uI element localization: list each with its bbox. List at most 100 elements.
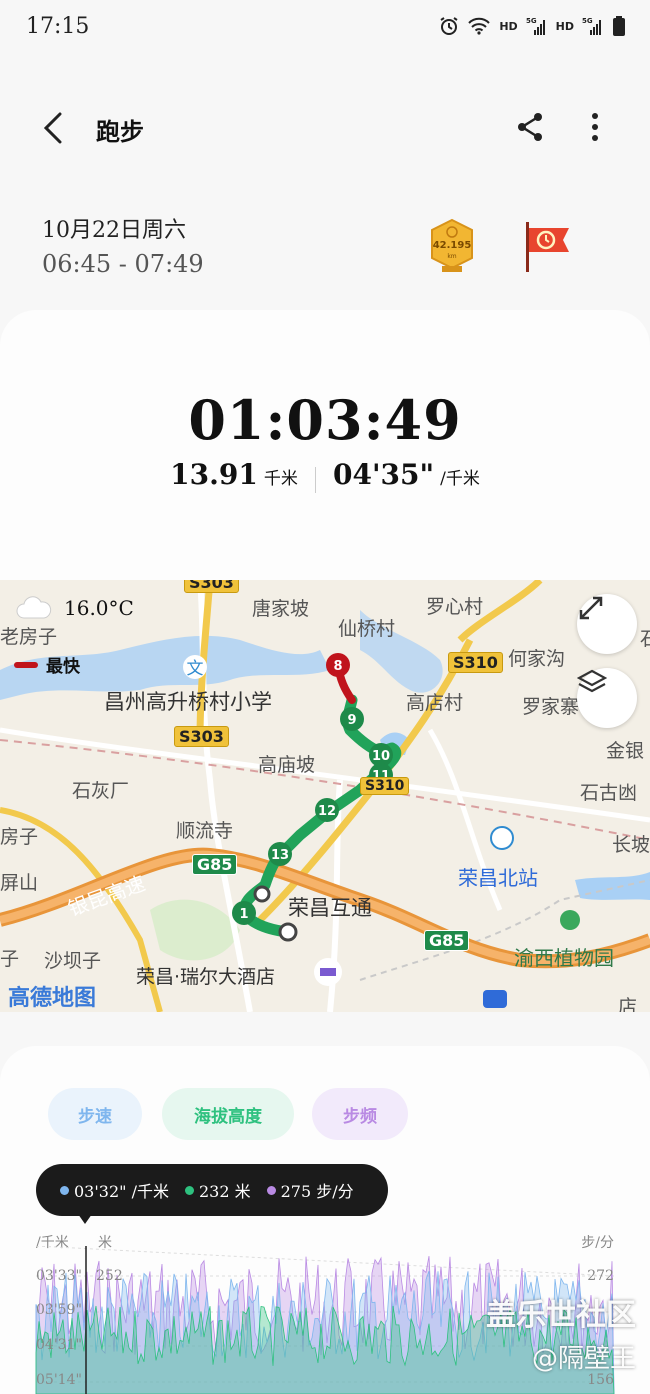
map-label: 石古凼	[580, 782, 638, 804]
chart-tooltip: 03'32" /千米 232 米 275 步/分	[36, 1164, 388, 1216]
watermark-title: 盖乐世社区	[486, 1298, 636, 1333]
signal-5g-icon: 5G	[526, 17, 545, 35]
distance-value: 13.91	[170, 458, 258, 491]
map-label: 荣昌互通	[288, 896, 372, 920]
map-label: 昌州高升桥村小学	[104, 690, 272, 714]
road-badge: S310	[360, 777, 410, 795]
map-label: 长坡	[612, 834, 650, 856]
road-badge: S310	[448, 652, 503, 673]
route-end-marker	[278, 922, 298, 942]
map-label: 荣昌北站	[458, 866, 538, 890]
alarm-icon	[440, 17, 458, 35]
cadence-dot	[266, 1185, 276, 1195]
map-label: 房子	[0, 826, 39, 848]
left-tick-4: 05'14"	[36, 1372, 82, 1388]
average-pace-value: 04'35"	[333, 458, 435, 491]
fastest-legend-label: 最快	[46, 657, 80, 677]
km-marker-1: 1	[239, 907, 248, 922]
route-map[interactable]: 8 9 10 11 12 13 1 文 16.0°C 最快 唐家坡 罗心村 仙桥…	[0, 580, 650, 1012]
wifi-icon	[468, 17, 491, 35]
tooltip-cadence-value: 275 步/分	[280, 1182, 354, 1201]
weather-temperature: 16.0°C	[64, 596, 134, 620]
expand-icon	[579, 596, 603, 620]
tab-cadence[interactable]: 步频	[312, 1088, 408, 1140]
km-marker-10: 10	[372, 749, 390, 764]
route-start-marker	[253, 885, 271, 903]
distance-unit: 千米	[263, 469, 298, 489]
status-time: 17:15	[26, 14, 90, 39]
map-provider-logo: 高德地图	[8, 986, 97, 1011]
fastest-legend: 最快	[14, 652, 80, 677]
svg-text:5G: 5G	[526, 17, 537, 25]
map-label: 沙坝子	[44, 950, 102, 972]
map-label: 店	[618, 996, 638, 1012]
svg-text:文: 文	[187, 659, 204, 679]
badge-distance: 42.195	[433, 240, 472, 251]
map-label: 金银	[606, 740, 645, 762]
left-tick-2: 03'59"	[36, 1302, 82, 1318]
map-label: 高庙坡	[258, 754, 316, 776]
marathon-badge-icon[interactable]: 42.195 km	[426, 218, 478, 274]
tooltip-pace-value: 03'32" /千米	[74, 1182, 169, 1201]
road-badge: G85	[424, 930, 470, 951]
km-marker-13: 13	[271, 848, 289, 863]
flag-timer-badge-icon[interactable]	[520, 218, 576, 274]
pace-dot	[60, 1185, 69, 1195]
map-label: 罗心村	[426, 596, 484, 618]
km-marker-8: 8	[333, 659, 342, 674]
map-label: 子	[0, 948, 20, 970]
layers-icon	[577, 669, 607, 693]
road-badge: S303	[174, 726, 229, 747]
map-label: 渝西植物园	[514, 946, 614, 970]
expand-map-button[interactable]	[577, 594, 637, 654]
tab-pace[interactable]: 步速	[48, 1088, 142, 1140]
left-tick-3: 04'31"	[36, 1337, 82, 1353]
back-arrow-icon[interactable]	[38, 108, 68, 148]
tooltip-pace: 03'32" /千米	[60, 1178, 169, 1202]
fastest-legend-swatch	[14, 661, 38, 668]
map-label: 石	[640, 628, 650, 650]
map-label: 顺流寺	[176, 820, 234, 842]
tooltip-cadence: 275 步/分	[266, 1178, 354, 1202]
status-bar: 17:15 HD 5G HD 5G	[0, 0, 650, 56]
km-marker-9: 9	[347, 713, 356, 728]
badge-unit: km	[447, 253, 456, 260]
map-layers-button[interactable]	[577, 668, 637, 728]
left-tick-1: 03'33"	[36, 1268, 82, 1284]
altitude-dot	[184, 1185, 194, 1195]
summary-stats: 13.91 千米 04'35"/千米	[0, 458, 650, 493]
cloud-icon	[16, 596, 52, 619]
share-icon[interactable]	[514, 110, 546, 144]
pace-unit: /千米	[440, 469, 480, 489]
map-label: 高店村	[406, 692, 464, 714]
app-header: 跑步	[0, 100, 650, 156]
mid-tick-1: 252	[96, 1268, 123, 1284]
tooltip-pointer	[78, 1214, 92, 1224]
road-badge: S303	[184, 580, 239, 593]
map-label: 屏山	[0, 872, 39, 894]
map-label: 老房子	[0, 626, 58, 648]
km-marker-12: 12	[318, 804, 336, 819]
tooltip-altitude-value: 232 米	[198, 1182, 251, 1201]
hd-label-2: HD	[555, 19, 574, 33]
watermark-author: @隔壁王	[531, 1344, 636, 1374]
map-label: 石灰厂	[72, 780, 130, 802]
session-date: 10月22日周六	[42, 218, 186, 243]
map-label: 罗家寨	[522, 696, 580, 718]
right-tick-1: 272	[587, 1268, 614, 1284]
signal-5g-icon-2: 5G	[582, 17, 601, 35]
hd-label: HD	[499, 19, 518, 33]
map-label: 仙桥村	[338, 618, 396, 640]
status-icons: HD 5G HD 5G	[439, 15, 626, 37]
session-time-range: 06:45 - 07:49	[42, 250, 204, 278]
page-title: 跑步	[96, 117, 144, 146]
tooltip-altitude: 232 米	[184, 1178, 251, 1202]
map-label: 何家沟	[508, 648, 566, 670]
tab-altitude[interactable]: 海拔高度	[162, 1088, 294, 1140]
svg-text:5G: 5G	[582, 17, 593, 25]
more-options-icon[interactable]	[582, 110, 608, 144]
total-duration: 01:03:49	[188, 388, 462, 452]
map-label: 唐家坡	[252, 598, 310, 620]
stats-divider	[314, 466, 316, 493]
battery-icon	[613, 16, 625, 36]
